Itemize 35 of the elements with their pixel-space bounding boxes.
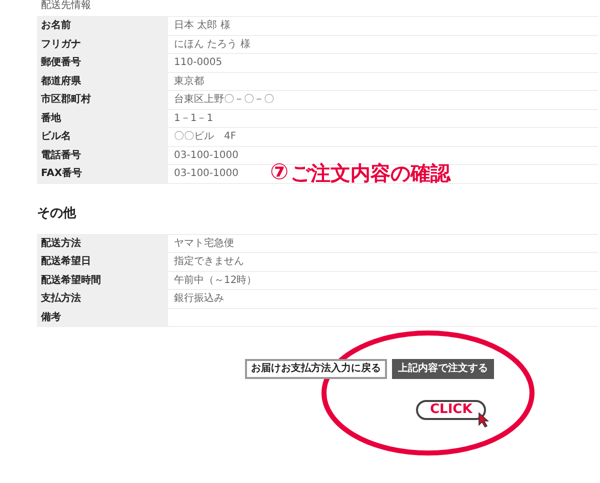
section-heading: その他 <box>37 206 78 222</box>
annotation-title: ご注文内容の確認 <box>290 160 451 186</box>
table-cell: 台東区上野〇－〇－〇 <box>174 94 274 105</box>
table-label: 電話番号 <box>37 146 168 164</box>
table-label: 市区郡町村 <box>37 91 168 108</box>
table-label: お名前 <box>37 17 168 34</box>
table-label: 備考 <box>37 308 168 326</box>
section-heading: 配送先情報 <box>40 0 92 12</box>
table-label: 支払方法 <box>37 290 168 308</box>
table-label: 都道府県 <box>37 72 168 90</box>
cursor-icon <box>478 412 490 428</box>
table-label: FAX番号 <box>37 165 168 182</box>
table-cell: 指定できません <box>174 256 244 267</box>
table-cell: にほん たろう 様 <box>174 38 250 50</box>
order-button[interactable]: 上記内容で注文する <box>392 359 494 379</box>
step-number: ⑦ <box>270 160 289 186</box>
table-label: ビル名 <box>37 128 168 146</box>
table-cell: 110-0005 <box>174 57 222 68</box>
table-label: 配送希望時間 <box>37 272 168 289</box>
table-cell: 〇〇ビル 4F <box>174 131 236 142</box>
table-cell: 東京都 <box>174 76 204 86</box>
table-label: 番地 <box>37 110 168 127</box>
table-cell: 日本 太郎 様 <box>174 20 230 31</box>
table-label: 郵便番号 <box>37 54 168 72</box>
table-label: 配送希望日 <box>37 253 168 270</box>
table-label: 配送方法 <box>37 234 168 252</box>
table-cell: 1－1－1 <box>174 112 214 124</box>
table-cell: 午前中（～12時） <box>174 274 257 286</box>
table-cell: 03-100-1000 <box>174 168 238 179</box>
table-label: フリガナ <box>37 36 168 53</box>
table-cell: 銀行振込み <box>174 293 224 304</box>
table-cell: ヤマト宅急便 <box>174 238 234 248</box>
table-cell: 03-100-1000 <box>174 150 238 160</box>
back-button[interactable]: お届けお支払方法入力に戻る <box>245 359 387 379</box>
callout-badge: CLICK <box>416 400 486 420</box>
